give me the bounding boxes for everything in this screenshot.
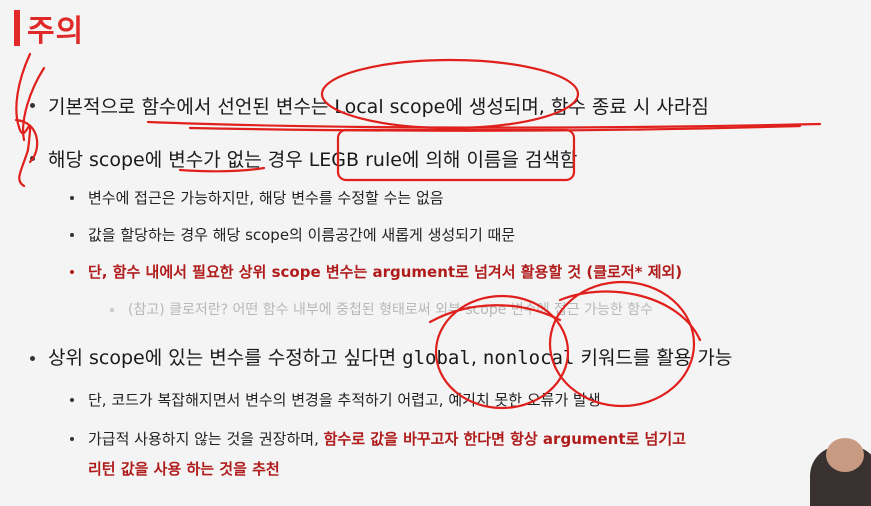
bullet-3-2-continued: 리턴 값을 사용 하는 것을 추천 [88, 460, 280, 478]
bullet-2-1: 변수에 접근은 가능하지만, 해당 변수를 수정할 수는 없음 [88, 189, 444, 207]
bullet-2: 해당 scope에 변수가 없는 경우 LEGB rule에 의해 이름을 검색… [48, 149, 578, 171]
bullet-2-3: 단, 함수 내에서 필요한 상위 scope 변수는 argument로 넘겨서… [88, 263, 683, 281]
ink-margin-scribble [15, 52, 32, 188]
presenter-face [826, 438, 864, 472]
bullet-3-2-text: 가급적 사용하지 않는 것을 권장하며, [88, 430, 324, 448]
code-nonlocal: nonlocal [482, 347, 575, 369]
bullet-1: 기본적으로 함수에서 선언된 변수는 Local scope에 생성되며, 함수… [48, 96, 709, 118]
bullet-dot [30, 103, 35, 108]
ink-underline [146, 120, 822, 129]
bullet-2-2: 값을 할당하는 경우 해당 scope의 이름공간에 새롭게 생성되기 때문 [88, 226, 516, 244]
bullet-3-2: 가급적 사용하지 않는 것을 권장하며, 함수로 값을 바꾸고자 한다면 항상 … [88, 428, 686, 449]
bullet-3-text: 상위 scope에 있는 변수를 수정하고 싶다면 [48, 347, 403, 369]
code-global: global [402, 347, 471, 369]
bullet-dot [110, 308, 114, 312]
bullet-dot [70, 270, 74, 274]
bullet-3: 상위 scope에 있는 변수를 수정하고 싶다면 global, nonloc… [48, 343, 732, 370]
lecture-slide: 주의 기본적으로 함수에서 선언된 변수는 Local scope에 생성되며,… [0, 0, 871, 506]
bullet-3-separator: , [470, 347, 483, 369]
bullet-dot [70, 196, 74, 200]
bullet-dot [70, 398, 74, 402]
title-accent-bar [14, 10, 20, 46]
bullet-2-3-1: (참고) 클로저란? 어떤 함수 내부에 중첩된 형태로써 외부 scope 변… [128, 302, 653, 318]
bullet-3-text-end: 키워드를 활용 가능 [574, 347, 733, 369]
bullet-dot [70, 233, 74, 237]
bullet-dot [30, 156, 35, 161]
bullet-3-2-emphasis: 함수로 값을 바꾸고자 한다면 항상 argument로 넘기고 [323, 430, 686, 448]
bullet-dot [70, 437, 74, 441]
bullet-dot [30, 356, 35, 361]
slide-title: 주의 [27, 14, 85, 49]
ink-underline [188, 124, 802, 132]
bullet-3-1: 단, 코드가 복잡해지면서 변수의 변경을 추적하기 어렵고, 예기치 못한 오… [88, 391, 601, 409]
